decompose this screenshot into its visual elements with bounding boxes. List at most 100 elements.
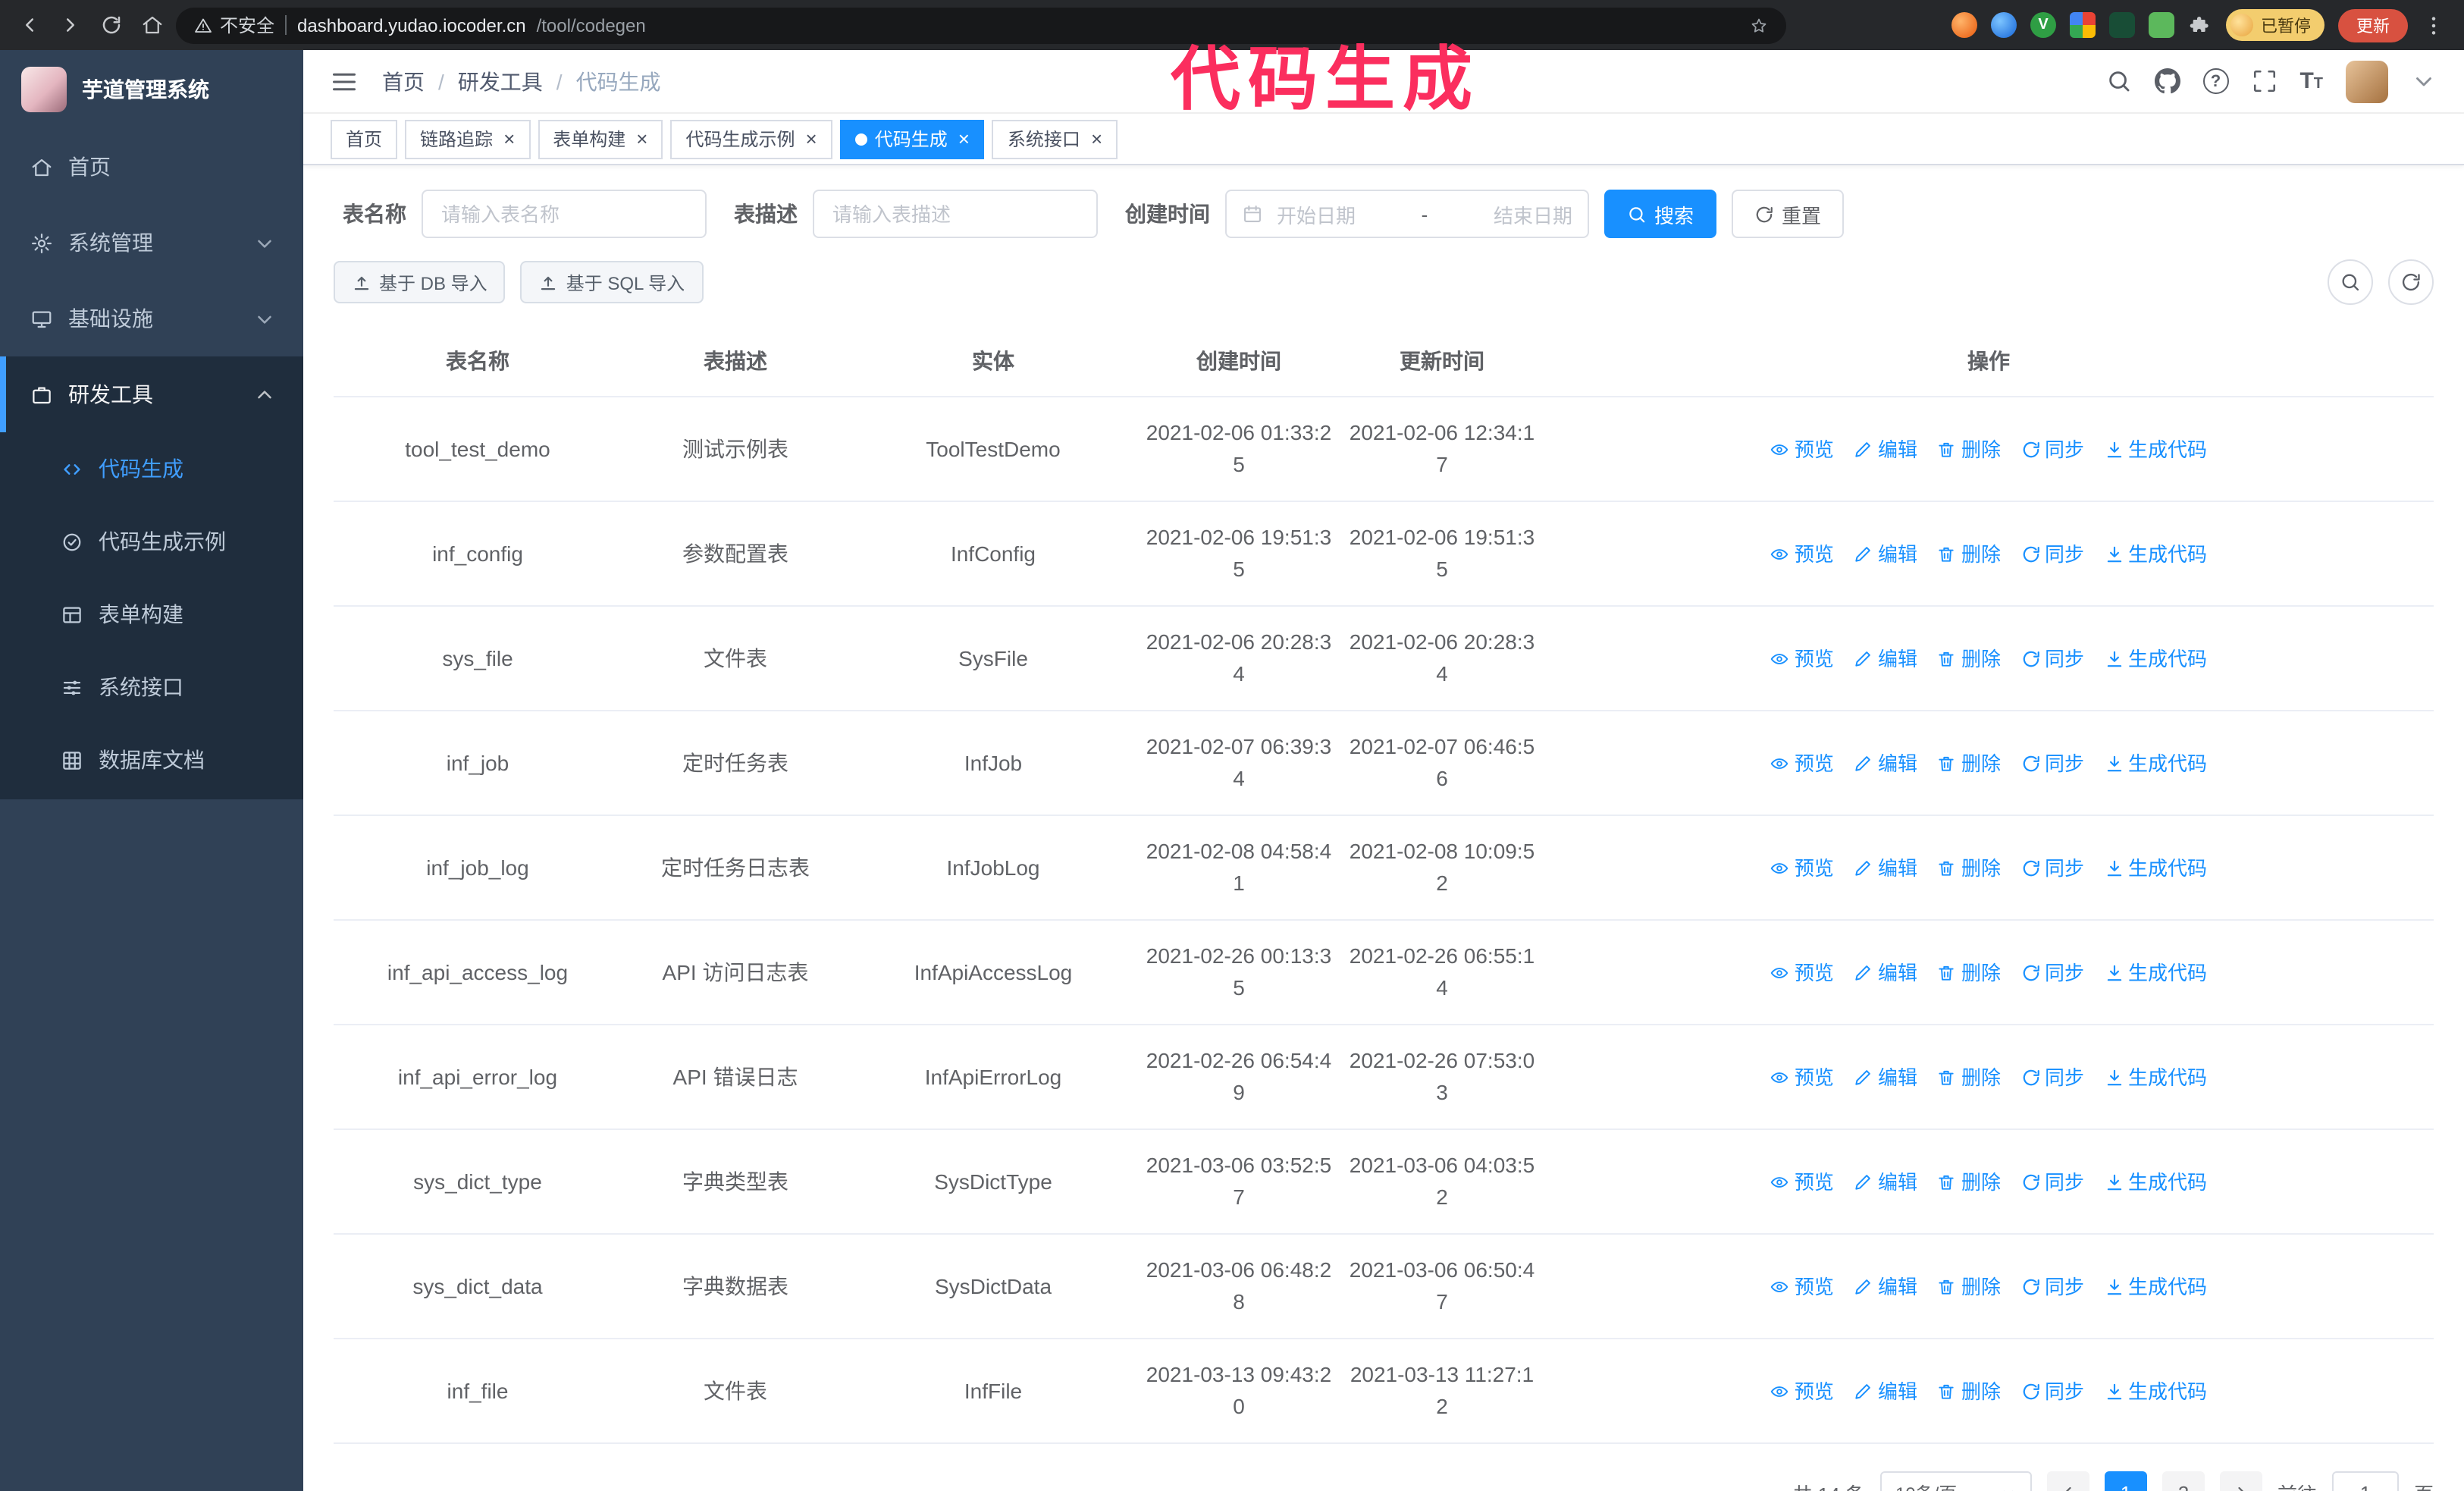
table-desc-input[interactable]: [813, 190, 1098, 238]
browser-home-icon[interactable]: [141, 14, 164, 36]
tab-6[interactable]: 系统接口 ×: [992, 119, 1118, 159]
action-generate[interactable]: 生成代码: [2104, 1061, 2207, 1093]
page-button-2[interactable]: 2: [2161, 1471, 2205, 1491]
avatar[interactable]: [2346, 60, 2388, 102]
extension-icon-3[interactable]: V: [2030, 12, 2056, 38]
action-generate[interactable]: 生成代码: [2104, 642, 2207, 674]
reset-button[interactable]: 重置: [1732, 190, 1845, 238]
action-delete[interactable]: 删除: [1937, 538, 2001, 570]
sidebar-item-1[interactable]: 首页: [0, 129, 303, 205]
bookmark-star-icon[interactable]: [1750, 16, 1768, 34]
tab-close-icon[interactable]: ×: [806, 129, 817, 149]
fullscreen-icon[interactable]: [2251, 68, 2277, 94]
tab-close-icon[interactable]: ×: [503, 129, 515, 149]
github-icon[interactable]: [2154, 68, 2180, 94]
action-preview[interactable]: 预览: [1770, 642, 1834, 674]
action-edit[interactable]: 编辑: [1854, 956, 1917, 988]
import-db-button[interactable]: 基于 DB 导入: [334, 261, 506, 303]
sidebar-subitem-1[interactable]: 代码生成: [0, 432, 303, 505]
toggle-search-button[interactable]: [2328, 259, 2373, 305]
action-generate[interactable]: 生成代码: [2104, 852, 2207, 884]
action-edit[interactable]: 编辑: [1854, 1061, 1917, 1093]
action-edit[interactable]: 编辑: [1854, 1166, 1917, 1198]
action-delete[interactable]: 删除: [1937, 642, 2001, 674]
extension-icon-2[interactable]: [1991, 12, 2017, 38]
action-generate[interactable]: 生成代码: [2104, 1270, 2207, 1302]
back-icon[interactable]: [18, 14, 41, 36]
action-preview[interactable]: 预览: [1770, 538, 1834, 570]
action-delete[interactable]: 删除: [1937, 1270, 2001, 1302]
update-button[interactable]: 更新: [2338, 8, 2408, 42]
action-sync[interactable]: 同步: [2020, 747, 2084, 779]
forward-icon[interactable]: [59, 14, 82, 36]
action-generate[interactable]: 生成代码: [2104, 1166, 2207, 1198]
date-range-picker[interactable]: 开始日期 - 结束日期: [1225, 190, 1589, 238]
action-sync[interactable]: 同步: [2020, 433, 2084, 465]
address-bar[interactable]: 不安全 dashboard.yudao.iocoder.cn /tool/cod…: [176, 7, 1786, 43]
import-sql-button[interactable]: 基于 SQL 导入: [520, 261, 704, 303]
sidebar-subitem-4[interactable]: 系统接口: [0, 651, 303, 724]
breadcrumb-item[interactable]: 研发工具: [458, 66, 543, 96]
browser-menu-icon[interactable]: [2422, 13, 2446, 37]
reload-icon[interactable]: [100, 14, 123, 36]
action-edit[interactable]: 编辑: [1854, 852, 1917, 884]
prev-page-button[interactable]: [2046, 1471, 2089, 1491]
action-sync[interactable]: 同步: [2020, 1166, 2084, 1198]
app-logo[interactable]: 芋道管理系统: [0, 50, 303, 129]
action-generate[interactable]: 生成代码: [2104, 538, 2207, 570]
sidebar-item-3[interactable]: 基础设施: [0, 281, 303, 356]
action-preview[interactable]: 预览: [1770, 1061, 1834, 1093]
action-preview[interactable]: 预览: [1770, 433, 1834, 465]
breadcrumb-item[interactable]: 首页: [382, 66, 425, 96]
tab-2[interactable]: 链路追踪 ×: [405, 119, 531, 159]
action-sync[interactable]: 同步: [2020, 1375, 2084, 1407]
tab-1[interactable]: 首页: [331, 119, 398, 159]
action-sync[interactable]: 同步: [2020, 538, 2084, 570]
tab-3[interactable]: 表单构建 ×: [538, 119, 663, 159]
action-delete[interactable]: 删除: [1937, 1061, 2001, 1093]
action-delete[interactable]: 删除: [1937, 1166, 2001, 1198]
tab-close-icon[interactable]: ×: [1091, 129, 1102, 149]
extension-icon-5[interactable]: [2109, 12, 2135, 38]
action-generate[interactable]: 生成代码: [2104, 956, 2207, 988]
action-sync[interactable]: 同步: [2020, 956, 2084, 988]
action-generate[interactable]: 生成代码: [2104, 1375, 2207, 1407]
sidebar-subitem-3[interactable]: 表单构建: [0, 578, 303, 651]
action-edit[interactable]: 编辑: [1854, 1375, 1917, 1407]
puzzle-icon[interactable]: [2188, 13, 2212, 37]
action-preview[interactable]: 预览: [1770, 1270, 1834, 1302]
action-delete[interactable]: 删除: [1937, 433, 2001, 465]
sidebar-subitem-2[interactable]: 代码生成示例: [0, 505, 303, 578]
page-size-select[interactable]: 10条/页: [1879, 1471, 2032, 1491]
goto-page-input[interactable]: [2331, 1471, 2399, 1491]
next-page-button[interactable]: [2219, 1471, 2262, 1491]
page-button-1[interactable]: 1: [2104, 1471, 2147, 1491]
action-preview[interactable]: 预览: [1770, 852, 1834, 884]
action-preview[interactable]: 预览: [1770, 747, 1834, 779]
paused-badge[interactable]: 已暂停: [2226, 9, 2324, 41]
extension-icon-6[interactable]: [2149, 12, 2174, 38]
tab-4[interactable]: 代码生成示例 ×: [670, 119, 832, 159]
action-generate[interactable]: 生成代码: [2104, 433, 2207, 465]
tab-5[interactable]: 代码生成 ×: [839, 119, 985, 159]
action-delete[interactable]: 删除: [1937, 956, 2001, 988]
action-edit[interactable]: 编辑: [1854, 642, 1917, 674]
action-delete[interactable]: 删除: [1937, 1375, 2001, 1407]
action-generate[interactable]: 生成代码: [2104, 747, 2207, 779]
action-sync[interactable]: 同步: [2020, 1061, 2084, 1093]
action-preview[interactable]: 预览: [1770, 956, 1834, 988]
hamburger-icon[interactable]: [331, 67, 358, 95]
search-icon[interactable]: [2105, 68, 2131, 94]
tab-close-icon[interactable]: ×: [636, 129, 647, 149]
refresh-table-button[interactable]: [2388, 259, 2434, 305]
table-name-input[interactable]: [422, 190, 707, 238]
sidebar-item-2[interactable]: 系统管理: [0, 205, 303, 281]
action-delete[interactable]: 删除: [1937, 747, 2001, 779]
font-size-icon[interactable]: T T: [2299, 70, 2323, 93]
action-edit[interactable]: 编辑: [1854, 433, 1917, 465]
action-preview[interactable]: 预览: [1770, 1375, 1834, 1407]
help-icon[interactable]: ?: [2202, 68, 2229, 94]
chevron-down-icon[interactable]: [2411, 68, 2437, 94]
action-edit[interactable]: 编辑: [1854, 747, 1917, 779]
action-delete[interactable]: 删除: [1937, 852, 2001, 884]
